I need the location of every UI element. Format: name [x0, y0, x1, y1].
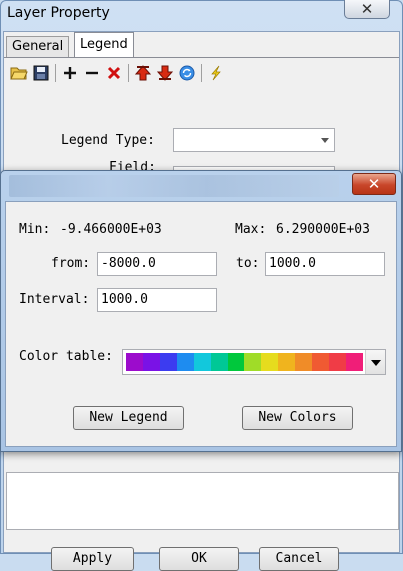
dialog-title-bar	[9, 175, 339, 197]
min-label: Min:	[19, 222, 51, 237]
color-swatch	[244, 353, 262, 371]
color-swatch	[345, 353, 363, 371]
add-icon	[64, 67, 76, 79]
legend-range-dialog: ✕ Min: -9.466000E+03 Max: 6.290000E+03 f…	[0, 170, 402, 452]
refresh-icon	[179, 65, 195, 81]
color-table-dropdown-button[interactable]	[365, 350, 385, 374]
color-swatch	[227, 353, 245, 371]
window-close-button[interactable]: ✕	[344, 0, 390, 19]
max-value: 6.290000E+03	[276, 222, 370, 237]
close-icon: ✕	[367, 175, 381, 193]
to-input[interactable]: 1000.0	[265, 252, 385, 276]
legend-type-label: Legend Type:	[61, 133, 155, 148]
save-button[interactable]	[30, 62, 52, 84]
color-swatch	[142, 353, 160, 371]
color-swatch	[176, 353, 194, 371]
close-icon: ✕	[360, 0, 374, 18]
ok-button[interactable]: OK	[159, 547, 239, 571]
color-swatch	[193, 353, 211, 371]
save-icon	[33, 65, 49, 81]
to-label: to:	[236, 256, 260, 271]
move-up-button[interactable]	[132, 62, 154, 84]
dialog-close-button[interactable]: ✕	[352, 173, 396, 195]
color-swatch	[159, 353, 177, 371]
toolbar-separator	[55, 64, 56, 82]
lightning-button[interactable]	[205, 62, 227, 84]
max-label: Max:	[235, 222, 267, 237]
color-table-label: Color table:	[19, 349, 113, 364]
toolbar-separator	[201, 64, 202, 82]
chevron-down-icon	[321, 138, 329, 143]
remove-button[interactable]	[81, 62, 103, 84]
delete-button[interactable]	[103, 62, 125, 84]
color-table-select[interactable]	[122, 349, 386, 375]
min-value: -9.466000E+03	[60, 222, 162, 237]
delete-icon	[107, 66, 121, 80]
legend-list[interactable]	[6, 472, 399, 530]
open-folder-icon	[10, 67, 28, 80]
color-ramp	[126, 353, 363, 371]
color-swatch	[295, 353, 313, 371]
chevron-down-icon	[371, 360, 381, 366]
color-swatch	[329, 353, 346, 371]
color-swatch	[210, 353, 228, 371]
interval-label: Interval:	[19, 292, 90, 307]
tab-legend-label: Legend	[80, 37, 128, 52]
new-legend-button[interactable]: New Legend	[73, 406, 184, 430]
color-swatch	[261, 353, 279, 371]
open-button[interactable]	[8, 62, 30, 84]
color-swatch	[278, 353, 296, 371]
move-down-button[interactable]	[154, 62, 176, 84]
color-swatch	[126, 353, 143, 371]
legend-toolbar	[8, 62, 227, 84]
from-label: from:	[51, 256, 91, 271]
dialog-client-area: Min: -9.466000E+03 Max: 6.290000E+03 fro…	[5, 201, 397, 447]
tab-general[interactable]: General	[6, 36, 70, 58]
window-title: Layer Property	[7, 5, 110, 21]
new-colors-button[interactable]: New Colors	[242, 406, 353, 430]
cancel-button[interactable]: Cancel	[259, 547, 339, 571]
toolbar-separator	[128, 64, 129, 82]
from-input[interactable]: -8000.0	[97, 252, 217, 276]
tab-legend[interactable]: Legend	[74, 32, 134, 58]
refresh-button[interactable]	[176, 62, 198, 84]
remove-icon	[86, 71, 98, 75]
apply-button[interactable]: Apply	[51, 547, 134, 571]
move-up-icon	[135, 65, 151, 81]
move-down-icon	[157, 65, 173, 81]
legend-type-select[interactable]	[173, 128, 335, 152]
add-button[interactable]	[59, 62, 81, 84]
tab-general-label: General	[12, 39, 64, 54]
lightning-icon	[211, 65, 221, 81]
color-swatch	[312, 353, 330, 371]
interval-input[interactable]: 1000.0	[97, 288, 217, 312]
